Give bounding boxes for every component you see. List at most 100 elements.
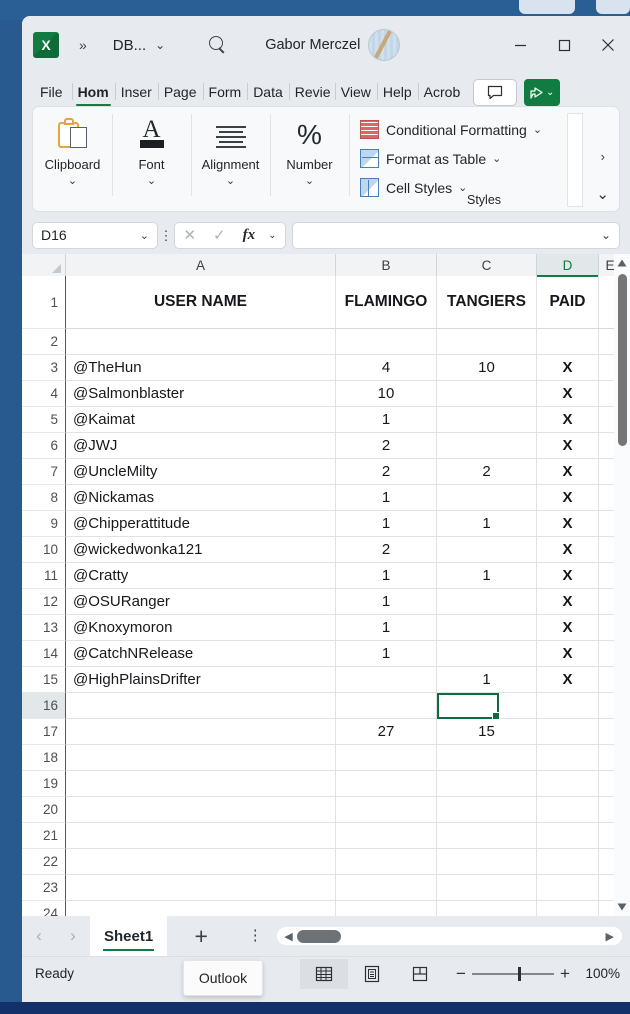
chevron-down-icon[interactable]: ⌄ [458, 181, 467, 194]
cell-a22[interactable] [66, 849, 336, 875]
row-header-2[interactable]: 2 [22, 329, 66, 355]
row-header-5[interactable]: 5 [22, 407, 66, 433]
cell-d9[interactable]: X [537, 511, 599, 537]
cell-b10[interactable]: 2 [336, 537, 437, 563]
chevron-down-icon[interactable]: ⌄ [601, 228, 611, 242]
row-header-12[interactable]: 12 [22, 589, 66, 615]
tab-acrobat[interactable]: Acrob [417, 78, 464, 106]
row-header-9[interactable]: 9 [22, 511, 66, 537]
row-header-11[interactable]: 11 [22, 563, 66, 589]
zoom-out-button[interactable]: − [450, 964, 472, 984]
cell-b6[interactable]: 2 [336, 433, 437, 459]
cell-d15[interactable]: X [537, 667, 599, 693]
cell-b23[interactable] [336, 875, 437, 901]
tab-insert[interactable]: Inser [114, 78, 158, 106]
cell-a19[interactable] [66, 771, 336, 797]
format-as-table-button[interactable]: Format as Table ⌄ [360, 144, 501, 173]
document-title[interactable]: DB... [113, 37, 146, 54]
cell-a20[interactable] [66, 797, 336, 823]
cell-a4[interactable]: @Salmonblaster [66, 381, 336, 407]
cell-c19[interactable] [437, 771, 537, 797]
cell-d20[interactable] [537, 797, 599, 823]
zoom-in-button[interactable]: + [554, 964, 576, 984]
cell-a24[interactable] [66, 901, 336, 916]
ribbon-group-number[interactable]: % Number ⌄ [270, 107, 349, 211]
cell-c11[interactable]: 1 [437, 563, 537, 589]
cell-b15[interactable] [336, 667, 437, 693]
row-header-8[interactable]: 8 [22, 485, 66, 511]
cell-d5[interactable]: X [537, 407, 599, 433]
cell-d7[interactable]: X [537, 459, 599, 485]
cell-b9[interactable]: 1 [336, 511, 437, 537]
row-header-6[interactable]: 6 [22, 433, 66, 459]
column-header-d[interactable]: D [537, 254, 599, 277]
vertical-scrollbar-thumb[interactable] [617, 274, 627, 446]
insert-function-icon[interactable]: fx [243, 227, 256, 244]
ribbon-more-icon[interactable]: › [601, 149, 605, 164]
cell-c23[interactable] [437, 875, 537, 901]
zoom-level[interactable]: 100% [576, 966, 620, 981]
maximize-button[interactable] [542, 16, 586, 74]
row-header-17[interactable]: 17 [22, 719, 66, 745]
zoom-slider-thumb[interactable] [518, 966, 521, 981]
cell-c6[interactable] [437, 433, 537, 459]
tab-formulas[interactable]: Form [202, 78, 248, 106]
cell-d22[interactable] [537, 849, 599, 875]
cell-c10[interactable] [437, 537, 537, 563]
confirm-icon[interactable]: ✓ [213, 226, 226, 244]
row-header-23[interactable]: 23 [22, 875, 66, 901]
page-layout-view-button[interactable] [348, 959, 396, 989]
cell-c5[interactable] [437, 407, 537, 433]
chevron-down-icon[interactable]: ⌄ [305, 174, 314, 187]
row-header-7[interactable]: 7 [22, 459, 66, 485]
cell-d8[interactable]: X [537, 485, 599, 511]
row-header-14[interactable]: 14 [22, 641, 66, 667]
row-header-4[interactable]: 4 [22, 381, 66, 407]
cell-d10[interactable]: X [537, 537, 599, 563]
row-header-19[interactable]: 19 [22, 771, 66, 797]
tab-data[interactable]: Data [247, 78, 289, 106]
cell-c12[interactable] [437, 589, 537, 615]
search-icon[interactable] [207, 35, 227, 55]
chevron-down-icon[interactable]: ⌄ [68, 174, 77, 187]
chevron-down-icon[interactable]: ⌄ [492, 152, 501, 165]
name-box[interactable]: D16 ⌄ [32, 221, 158, 249]
cell-d19[interactable] [537, 771, 599, 797]
cell-styles-button[interactable]: Cell Styles ⌄ [360, 173, 467, 202]
tab-home[interactable]: Hom [71, 78, 115, 106]
chevron-down-icon[interactable]: ⌄ [533, 123, 542, 136]
chevron-down-icon[interactable]: ⌄ [147, 174, 156, 187]
cell-d3[interactable]: X [537, 355, 599, 381]
cell-b16[interactable] [336, 693, 437, 719]
row-header-22[interactable]: 22 [22, 849, 66, 875]
scroll-left-icon[interactable]: ◀ [284, 930, 292, 943]
add-sheet-button[interactable]: + [167, 916, 235, 956]
previous-sheet-button[interactable]: ‹ [22, 916, 56, 956]
cell-d16-selected[interactable] [537, 693, 599, 719]
cell-b20[interactable] [336, 797, 437, 823]
cell-c13[interactable] [437, 615, 537, 641]
cell-c7[interactable]: 2 [437, 459, 537, 485]
cell-c8[interactable] [437, 485, 537, 511]
cell-a3[interactable]: @TheHun [66, 355, 336, 381]
row-header-20[interactable]: 20 [22, 797, 66, 823]
scroll-up-icon[interactable] [614, 254, 630, 272]
cell-d17[interactable] [537, 719, 599, 745]
cell-c16[interactable] [437, 693, 537, 719]
ribbon-scrollbar[interactable] [567, 113, 583, 207]
cell-b24[interactable] [336, 901, 437, 916]
row-header-10[interactable]: 10 [22, 537, 66, 563]
cell-a21[interactable] [66, 823, 336, 849]
cell-c15[interactable]: 1 [437, 667, 537, 693]
cell-b4[interactable]: 10 [336, 381, 437, 407]
share-button[interactable]: ⌄ [523, 79, 560, 106]
minimize-button[interactable] [498, 16, 542, 74]
sheet-options-icon[interactable]: ⋮ [235, 916, 275, 956]
cell-b7[interactable]: 2 [336, 459, 437, 485]
cell-a12[interactable]: @OSURanger [66, 589, 336, 615]
cell-a2[interactable] [66, 329, 336, 355]
row-header-24[interactable]: 24 [22, 901, 66, 916]
close-button[interactable] [586, 16, 630, 74]
avatar[interactable] [368, 29, 401, 61]
cell-a14[interactable]: @CatchNRelease [66, 641, 336, 667]
